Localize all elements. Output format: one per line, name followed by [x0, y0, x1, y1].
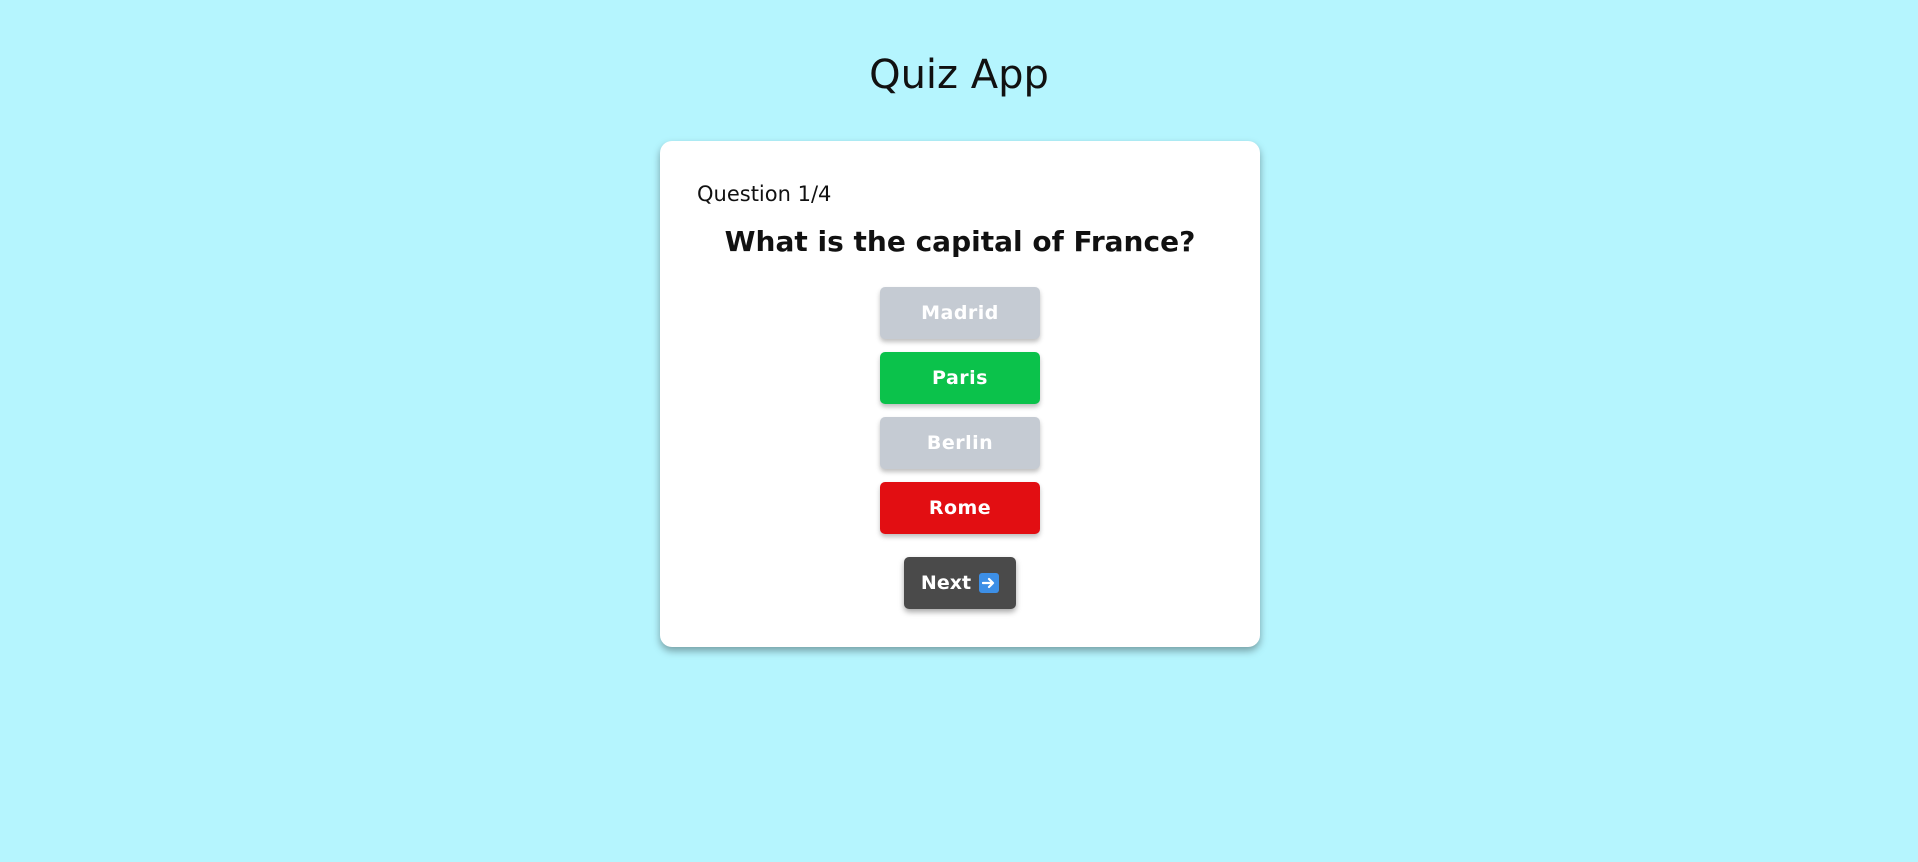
- option-paris-button[interactable]: Paris: [880, 352, 1040, 404]
- option-berlin-button[interactable]: Berlin: [880, 417, 1040, 469]
- next-button-label: Next: [920, 572, 972, 594]
- answer-options: Madrid Paris Berlin Rome: [880, 287, 1040, 547]
- right-arrow-icon: [979, 573, 1000, 593]
- option-madrid-button[interactable]: Madrid: [880, 287, 1040, 339]
- question-counter: Question 1/4: [697, 182, 832, 206]
- quiz-card: Question 1/4 What is the capital of Fran…: [660, 141, 1260, 647]
- app-title: Quiz App: [869, 52, 1049, 98]
- next-button[interactable]: Next: [904, 557, 1016, 609]
- question-text: What is the capital of France?: [724, 225, 1196, 258]
- option-rome-button[interactable]: Rome: [880, 482, 1040, 534]
